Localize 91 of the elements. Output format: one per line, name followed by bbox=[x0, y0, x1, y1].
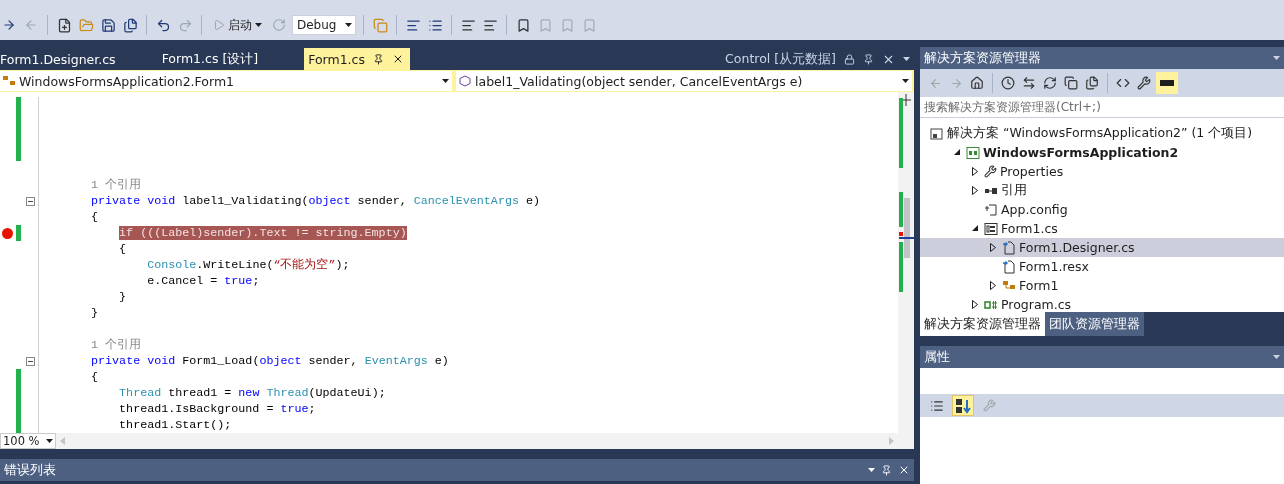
type-dropdown[interactable]: WindowsFormsApplication2.Form1 bbox=[0, 71, 452, 91]
tree-item[interactable]: Program.cs bbox=[920, 295, 1284, 312]
code-line: Thread thread1 = new Thread(UpdateUi); bbox=[118, 385, 386, 401]
navigate-forward-icon[interactable] bbox=[2, 18, 16, 32]
member-dropdown[interactable]: label1_Validating(object sender, CancelEventArgs e) bbox=[456, 71, 912, 91]
show-all-files-icon[interactable] bbox=[1085, 76, 1099, 90]
tree-item[interactable]: WindowsFormsApplication2 bbox=[920, 143, 1284, 162]
panel-title: 错误列表 bbox=[4, 461, 56, 479]
dropdown-caret-icon bbox=[255, 23, 262, 27]
document-tab[interactable]: Form1.cs bbox=[304, 48, 410, 70]
code-line: e.Cancel = true; bbox=[146, 273, 260, 289]
pin-icon[interactable] bbox=[863, 53, 874, 65]
solution-icon bbox=[930, 126, 944, 141]
collapsed-arrow-icon[interactable] bbox=[971, 167, 979, 176]
tree-item[interactable]: 引用 bbox=[920, 181, 1284, 200]
close-icon[interactable] bbox=[898, 464, 910, 476]
panel-tab[interactable]: 解决方案资源管理器 bbox=[920, 312, 1045, 336]
code-line: thread1.Start(); bbox=[118, 417, 232, 433]
tree-item[interactable]: Form1.cs bbox=[920, 219, 1284, 238]
dropdown-caret-icon bbox=[1273, 355, 1280, 359]
refresh-icon[interactable] bbox=[1043, 76, 1057, 90]
code-line: } bbox=[90, 305, 99, 321]
config-file-icon bbox=[984, 202, 998, 217]
search-field[interactable]: 搜索解决方案资源管理器(Ctrl+;) bbox=[920, 97, 1284, 118]
start-button[interactable]: 启动 bbox=[209, 14, 266, 36]
list-icon[interactable] bbox=[427, 17, 443, 33]
new-project-icon[interactable] bbox=[56, 17, 72, 33]
preview-tab[interactable]: Control [从元数据] bbox=[721, 48, 914, 70]
method-icon bbox=[459, 75, 472, 87]
reference-count[interactable]: 1 个引用 bbox=[39, 177, 142, 193]
class-icon bbox=[3, 75, 16, 87]
dropdown-caret-icon bbox=[1273, 56, 1280, 60]
panel-title: 解决方案资源管理器 bbox=[924, 49, 1041, 67]
code-line: } bbox=[118, 289, 127, 305]
zoom-dropdown[interactable]: 100 % bbox=[0, 433, 56, 449]
expanded-arrow-icon[interactable] bbox=[971, 224, 979, 233]
reference-count[interactable]: 1 个引用 bbox=[39, 337, 142, 353]
tree-item[interactable]: 解决方案 “WindowsFormsApplication2” (1 个项目) bbox=[920, 124, 1284, 143]
properties-toolbar-button[interactable] bbox=[952, 395, 974, 416]
configuration-dropdown[interactable]: Debug bbox=[292, 15, 356, 35]
collapsed-arrow-icon[interactable] bbox=[971, 186, 979, 195]
collapsed-arrow-icon[interactable] bbox=[971, 300, 979, 309]
collapse-icon[interactable] bbox=[25, 196, 35, 206]
lock-icon[interactable] bbox=[844, 53, 855, 65]
play-icon bbox=[213, 19, 225, 31]
undo-icon[interactable] bbox=[155, 17, 171, 33]
file-icon bbox=[1002, 240, 1016, 255]
code-line: private void Form1_Load(object sender, EventArgs e) bbox=[90, 353, 449, 369]
sort-icon bbox=[955, 397, 971, 414]
tree-item[interactable]: Form1 bbox=[920, 276, 1284, 295]
collapsed-arrow-icon[interactable] bbox=[989, 281, 997, 290]
code-line: Console.WriteLine(“不能为空”); bbox=[146, 257, 350, 273]
wrench-icon bbox=[984, 165, 997, 178]
code-line: thread1.IsBackground = true; bbox=[118, 401, 316, 417]
document-tab[interactable]: Form1.cs [设计] bbox=[161, 48, 265, 70]
save-all-icon[interactable] bbox=[122, 17, 138, 33]
panel-title: 属性 bbox=[924, 348, 950, 366]
save-icon[interactable] bbox=[100, 17, 116, 33]
code-line: { bbox=[90, 369, 99, 385]
tree-item[interactable]: Form1.Designer.cs bbox=[920, 238, 1284, 257]
tree-item[interactable]: Properties bbox=[920, 162, 1284, 181]
dropdown-caret-icon bbox=[868, 468, 875, 472]
bookmark-icon[interactable] bbox=[515, 17, 531, 33]
tree-item[interactable]: Form1.resx bbox=[920, 257, 1284, 276]
home-icon[interactable] bbox=[970, 76, 984, 90]
categorized-icon bbox=[930, 398, 944, 413]
pin-icon[interactable] bbox=[372, 53, 384, 65]
clock-icon[interactable] bbox=[1001, 76, 1015, 90]
collapsed-arrow-icon[interactable] bbox=[989, 243, 997, 252]
code-line: private void label1_Validating(object sender, CancelEventArgs e) bbox=[90, 193, 540, 209]
tree-item[interactable]: App.config bbox=[920, 200, 1284, 219]
code-line: { bbox=[90, 209, 99, 225]
dropdown-caret-icon bbox=[46, 439, 53, 443]
pin-icon[interactable] bbox=[881, 464, 892, 476]
file-icon bbox=[1002, 259, 1016, 274]
document-tab[interactable]: Form1.Designer.cs bbox=[0, 48, 122, 70]
collapse-icon[interactable] bbox=[25, 356, 35, 366]
dropdown-caret-icon bbox=[345, 23, 352, 27]
expanded-arrow-icon[interactable] bbox=[953, 148, 961, 157]
project-icon bbox=[966, 145, 980, 160]
wrench-icon bbox=[982, 399, 996, 412]
dropdown-caret-icon bbox=[903, 57, 910, 61]
dropdown-caret-icon bbox=[902, 79, 909, 83]
code-icon[interactable] bbox=[1116, 76, 1130, 90]
code-line: { bbox=[118, 241, 127, 257]
sync-icon[interactable] bbox=[1022, 76, 1036, 90]
dropdown-caret-icon bbox=[442, 79, 449, 83]
form-icon bbox=[984, 221, 998, 236]
wrench-icon[interactable] bbox=[1137, 76, 1151, 90]
panel-tab[interactable]: 团队资源管理器 bbox=[1045, 312, 1144, 336]
breakpoint-icon[interactable] bbox=[1, 227, 13, 239]
